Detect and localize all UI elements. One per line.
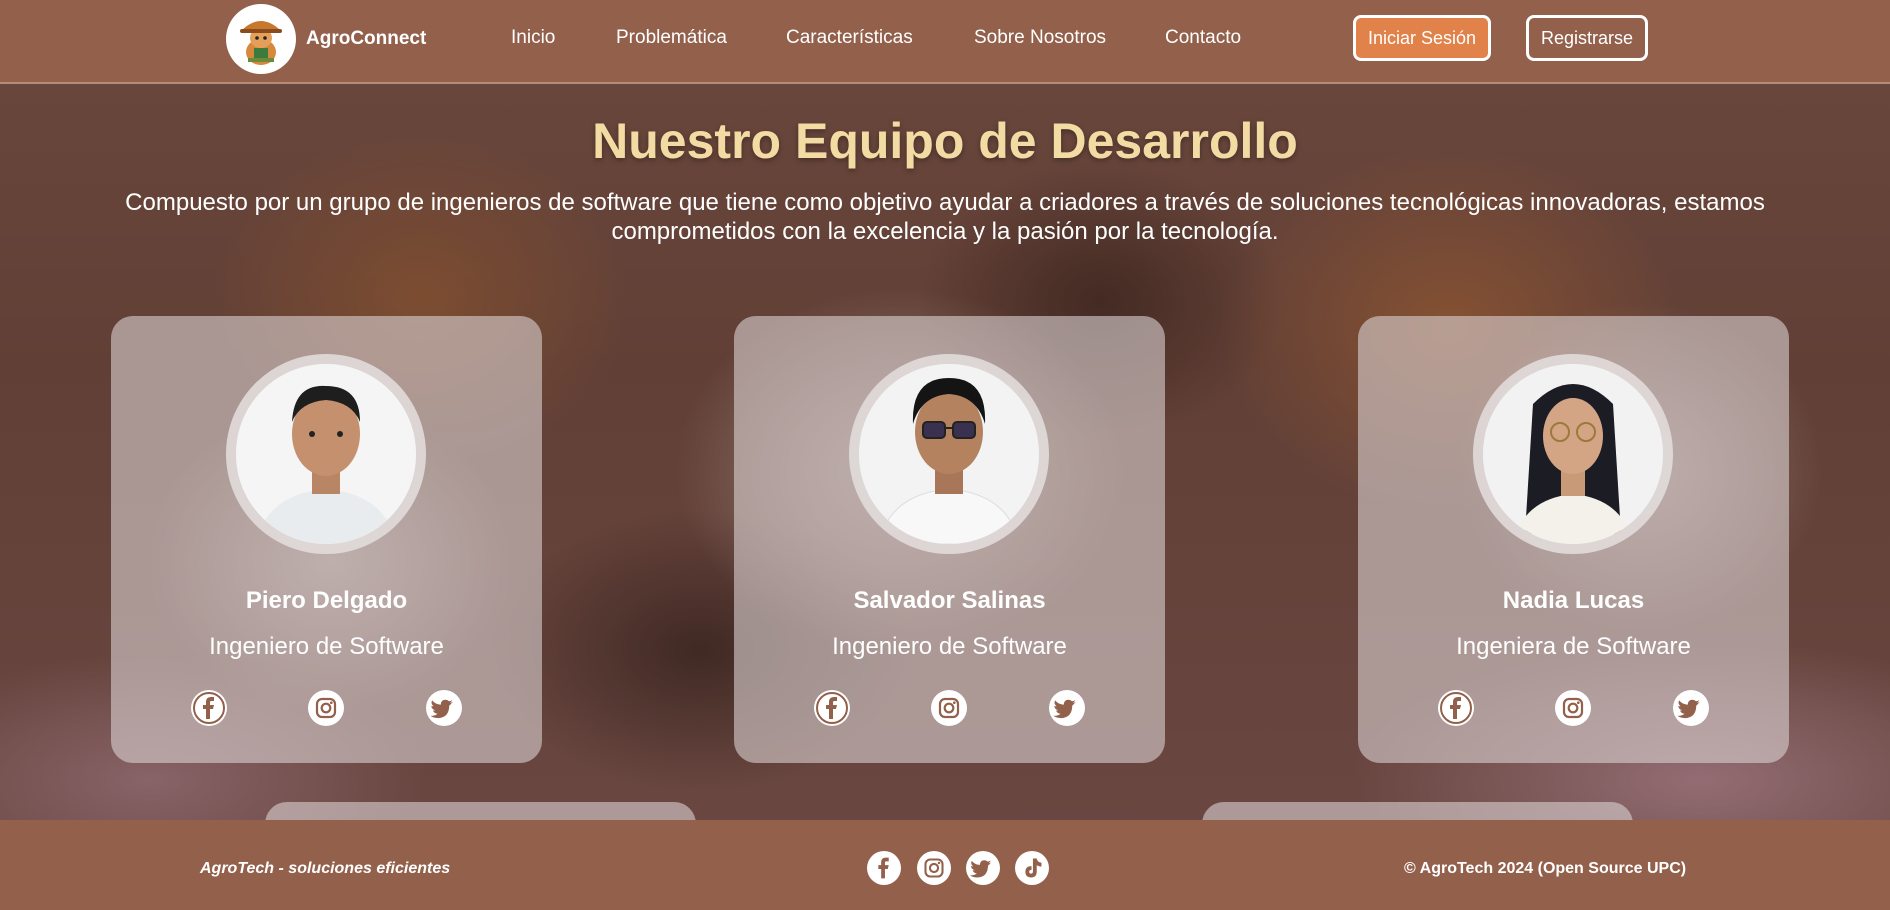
member-social-links xyxy=(734,690,1165,726)
member-name: Piero Delgado xyxy=(245,587,408,614)
page-subtitle: Compuesto por un grupo de ingenieros de … xyxy=(125,189,1765,245)
nav-item-sobre-nosotros[interactable]: Sobre Nosotros xyxy=(974,27,1106,49)
instagram-icon[interactable] xyxy=(308,690,344,726)
member-social-links xyxy=(111,690,542,726)
member-name: Nadia Lucas xyxy=(1502,587,1645,614)
avatar xyxy=(859,364,1039,544)
team-card: Piero Delgado Ingeniero de Software xyxy=(111,316,542,763)
register-button[interactable]: Registrarse xyxy=(1526,15,1648,61)
footer-tagline: AgroTech - soluciones eficientes xyxy=(200,860,451,877)
instagram-icon[interactable] xyxy=(931,690,967,726)
twitter-icon[interactable] xyxy=(426,690,462,726)
avatar-frame xyxy=(849,354,1049,554)
nav-item-caracteristicas[interactable]: Características xyxy=(786,27,913,49)
page-title: Nuestro Equipo de Desarrollo xyxy=(592,113,1298,169)
twitter-icon[interactable] xyxy=(966,851,1000,885)
member-role: Ingeniero de Software xyxy=(832,633,1067,660)
team-card: Nadia Lucas Ingeniera de Software xyxy=(1358,316,1789,763)
member-role: Ingeniera de Software xyxy=(1456,633,1691,660)
nav-item-problematica[interactable]: Problemática xyxy=(616,27,727,49)
avatar-frame xyxy=(226,354,426,554)
instagram-icon[interactable] xyxy=(917,851,951,885)
facebook-icon[interactable] xyxy=(814,690,850,726)
instagram-icon[interactable] xyxy=(1555,690,1591,726)
member-name: Salvador Salinas xyxy=(853,587,1046,614)
login-button[interactable]: Iniciar Sesión xyxy=(1353,15,1491,61)
member-role: Ingeniero de Software xyxy=(209,633,444,660)
facebook-icon[interactable] xyxy=(867,851,901,885)
avatar-frame xyxy=(1473,354,1673,554)
nav-item-inicio[interactable]: Inicio xyxy=(511,27,555,49)
nav-item-contacto[interactable]: Contacto xyxy=(1165,27,1241,49)
facebook-icon[interactable] xyxy=(1438,690,1474,726)
member-social-links xyxy=(1358,690,1789,726)
twitter-icon[interactable] xyxy=(1049,690,1085,726)
footer-copyright: © AgroTech 2024 (Open Source UPC) xyxy=(1404,860,1687,877)
twitter-icon[interactable] xyxy=(1673,690,1709,726)
site-header: AgroConnect Inicio Problemática Caracter… xyxy=(0,0,1890,84)
tiktok-icon[interactable] xyxy=(1015,851,1049,885)
facebook-icon[interactable] xyxy=(191,690,227,726)
team-card: Salvador Salinas Ingeniero de Software xyxy=(734,316,1165,763)
avatar xyxy=(1483,364,1663,544)
avatar xyxy=(236,364,416,544)
